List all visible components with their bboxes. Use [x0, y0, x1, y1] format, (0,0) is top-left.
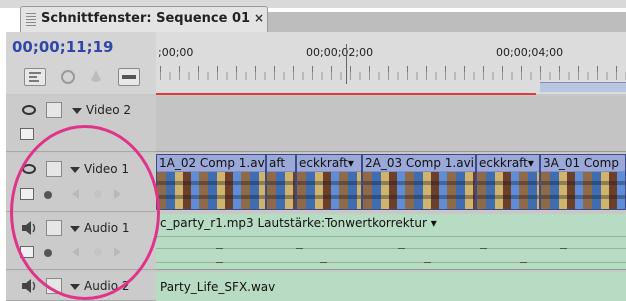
- snap-icon[interactable]: [24, 68, 46, 86]
- keyframe-marker[interactable]: [216, 262, 223, 263]
- lock-toggle[interactable]: [46, 161, 62, 177]
- display-style-icon[interactable]: [20, 128, 34, 140]
- previous-keyframe-icon[interactable]: [72, 189, 79, 199]
- eye-icon[interactable]: [22, 105, 36, 115]
- video-clip[interactable]: aft: [266, 154, 296, 210]
- audio-channel-line: [156, 262, 626, 263]
- keyframe-icon[interactable]: [86, 68, 108, 86]
- keyframe-marker[interactable]: [296, 248, 303, 249]
- previous-keyframe-icon[interactable]: [72, 247, 79, 257]
- timeline-tab[interactable]: Schnittfenster: Sequence 01 ×: [20, 6, 268, 32]
- clip-label: c_party_r1.mp3 Lautstärke:Tonwertkorrekt…: [160, 216, 437, 230]
- clip-thumbnails-overlay: [541, 172, 625, 209]
- expand-triangle-icon[interactable]: [70, 226, 80, 232]
- keyframe-marker[interactable]: [520, 262, 527, 263]
- lock-toggle[interactable]: [46, 220, 62, 236]
- tab-bar: [268, 12, 626, 32]
- expand-triangle-icon[interactable]: [72, 108, 82, 114]
- speaker-icon[interactable]: [20, 278, 38, 294]
- sequence-icon[interactable]: [118, 68, 140, 86]
- clip-thumbnails-overlay: [363, 172, 475, 209]
- close-icon[interactable]: ×: [252, 11, 266, 25]
- expand-triangle-icon[interactable]: [70, 284, 80, 290]
- lock-toggle[interactable]: [46, 102, 62, 118]
- work-area-bar[interactable]: [540, 82, 626, 92]
- audio-channel-line: [156, 248, 626, 249]
- clip-label: aft: [267, 155, 295, 171]
- track-header-video-2: Video 2: [6, 96, 156, 152]
- marker-icon[interactable]: [58, 68, 80, 86]
- add-keyframe-icon[interactable]: [94, 190, 102, 198]
- keyframe-marker[interactable]: [216, 248, 223, 249]
- video-clip[interactable]: 1A_02 Comp 1.avi: [156, 154, 266, 210]
- track-header-video-1: Video 1: [6, 154, 156, 212]
- transition-clip[interactable]: eckkraft▾: [296, 154, 362, 210]
- clip-label: 1A_02 Comp 1.avi: [157, 155, 265, 171]
- track-header-audio-2: Audio 2: [6, 272, 156, 301]
- tab-title: Schnittfenster: Sequence 01: [41, 11, 251, 26]
- keyframe-dot-icon[interactable]: [44, 249, 52, 257]
- track-name: Video 2: [86, 103, 132, 117]
- clip-thumbnails-overlay: [157, 172, 265, 209]
- track-name: Video 1: [84, 162, 130, 176]
- track-name: Audio 1: [84, 221, 130, 235]
- current-timecode[interactable]: 00;00;11;19: [12, 38, 114, 56]
- lock-toggle[interactable]: [46, 278, 62, 294]
- ruler-label: ;00;00: [158, 46, 194, 59]
- add-keyframe-icon[interactable]: [94, 248, 102, 256]
- keyframe-marker[interactable]: [480, 248, 487, 249]
- track-video-2[interactable]: [156, 96, 626, 152]
- tab-grip-icon[interactable]: [26, 12, 36, 26]
- clip-label: eckkraft▾: [297, 155, 361, 171]
- speaker-icon[interactable]: [20, 220, 38, 236]
- clip-label: eckkraft▾: [477, 155, 539, 171]
- volume-line[interactable]: [156, 236, 626, 237]
- ruler-label: 00;00;04;00: [496, 46, 564, 59]
- timeline-window: Schnittfenster: Sequence 01 × 00;00;11;1…: [0, 0, 626, 301]
- keyframe-marker[interactable]: [424, 262, 431, 263]
- video-clip[interactable]: 2A_03 Comp 1.avi: [362, 154, 476, 210]
- clip-label: Party_Life_SFX.wav: [160, 280, 276, 294]
- display-style-icon[interactable]: [20, 188, 34, 200]
- clip-label: 2A_03 Comp 1.avi: [363, 155, 475, 171]
- keyframe-marker[interactable]: [320, 262, 327, 263]
- next-keyframe-icon[interactable]: [114, 247, 121, 257]
- waveform-icon[interactable]: [20, 246, 34, 258]
- eye-icon[interactable]: [22, 164, 36, 174]
- ruler-minor-ticks: [160, 72, 626, 80]
- keyframe-marker[interactable]: [560, 248, 567, 249]
- keyframe-marker[interactable]: [398, 248, 405, 249]
- track-name: Audio 2: [84, 279, 130, 293]
- clip-thumbnails-overlay: [267, 172, 295, 209]
- keyframe-dot-icon[interactable]: [44, 191, 52, 199]
- render-bar: [156, 93, 536, 95]
- track-header-audio-1: Audio 1: [6, 214, 156, 270]
- ruler-label: 00;00;02;00: [306, 46, 374, 59]
- clip-label: 3A_01 Comp: [541, 155, 625, 171]
- next-keyframe-icon[interactable]: [114, 189, 121, 199]
- video-clip[interactable]: 3A_01 Comp: [540, 154, 626, 210]
- expand-triangle-icon[interactable]: [70, 167, 80, 173]
- playhead[interactable]: [346, 44, 347, 84]
- clip-thumbnails-overlay: [477, 172, 539, 209]
- transition-clip[interactable]: eckkraft▾: [476, 154, 540, 210]
- clip-thumbnails-overlay: [297, 172, 361, 209]
